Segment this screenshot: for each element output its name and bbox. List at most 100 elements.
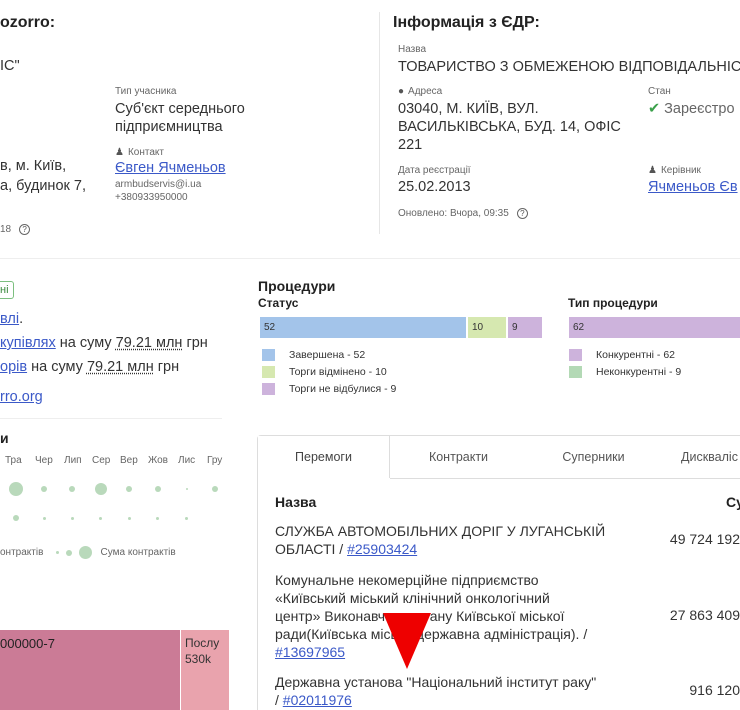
contact-email: armbudservis@i.ua xyxy=(115,179,202,190)
legend-dot-small xyxy=(56,551,60,554)
col-header-name: Назва xyxy=(275,494,317,510)
contract-dot[interactable] xyxy=(13,515,19,521)
legend-contracts-sum: Сума контрактів xyxy=(100,547,176,559)
contract-dot[interactable] xyxy=(156,517,159,520)
participant-type-label: Тип учасника xyxy=(115,86,177,97)
stats-line-2-mid: на суму xyxy=(55,335,116,351)
row-name-line: СЛУЖБА АВТОМОБІЛЬНИХ ДОРІГ У ЛУГАНСЬКІЙ xyxy=(275,523,606,539)
edr-state-label: Стан xyxy=(648,86,671,97)
row-sum: 49 724 192 xyxy=(669,531,740,547)
treemap-cell-main[interactable]: 000000-7 xyxy=(0,630,180,710)
stats-line-3: орів на суму 79.21 млн грн xyxy=(0,358,179,376)
table-row: Державна установа "Національний інститут… xyxy=(275,673,645,709)
user-icon: ♟ xyxy=(115,147,124,158)
contract-dot[interactable] xyxy=(71,517,74,520)
month-label: Тра xyxy=(5,455,22,466)
edr-address-line-1: 03040, М. КИЇВ, ВУЛ. xyxy=(398,101,539,117)
contract-dot[interactable] xyxy=(43,517,46,520)
contract-dot[interactable] xyxy=(126,486,132,492)
edr-address-label: Адреса xyxy=(408,86,443,97)
left-updated-fragment: 18 xyxy=(0,224,12,236)
edr-name-value: ТОВАРИСТВО З ОБМЕЖЕНОЮ ВІДПОВІДАЛЬНІС xyxy=(398,59,740,75)
contact-label-row: ♟ Контакт xyxy=(115,147,164,158)
contract-dot[interactable] xyxy=(212,486,218,492)
bar-segment-торги-відмінено[interactable]: 10 xyxy=(468,317,506,338)
legend-type-noncompetitive: Неконкурентні - 9 xyxy=(569,366,681,379)
contract-dot[interactable] xyxy=(69,486,75,492)
stats-line-3-tail: грн xyxy=(153,359,180,375)
participant-address-fragment-2: а, будинок 7, xyxy=(0,178,86,194)
legend-swatch xyxy=(262,349,275,362)
contract-dot[interactable] xyxy=(41,486,47,492)
edr-reg-date-label: Дата реєстрації xyxy=(398,165,471,176)
edr-address-line-3: 221 xyxy=(398,137,423,153)
treemap-side-value: 530k xyxy=(185,652,212,666)
purchases-link[interactable]: купівлях xyxy=(0,335,56,351)
help-icon[interactable]: ? xyxy=(19,224,31,235)
row-code-link[interactable]: #13697965 xyxy=(275,644,345,660)
contract-dot[interactable] xyxy=(95,483,107,495)
edr-head-label-row: ♟ Керівник xyxy=(648,165,701,176)
stats-line-2: купівлях на суму 79.21 млн грн xyxy=(0,334,208,352)
contract-dot[interactable] xyxy=(9,482,23,496)
stats-line-1-link[interactable]: влі xyxy=(0,311,19,327)
legend-swatch xyxy=(262,366,275,379)
status-chart-title: Статус xyxy=(258,296,299,310)
legend-swatch xyxy=(569,349,582,362)
tab-disqualifications[interactable]: Дискваліс xyxy=(661,436,740,478)
bar-segment-торги-не-відбулися[interactable]: 9 xyxy=(508,317,542,338)
legend-contracts-count: онтрактів xyxy=(0,547,44,559)
row-sum: 27 863 409 xyxy=(669,607,740,623)
edr-address-label-row: ● Адреса xyxy=(398,86,442,97)
month-label: Гру xyxy=(207,455,223,466)
contract-dot[interactable] xyxy=(155,486,161,492)
participant-name-fragment: ІС" xyxy=(0,58,20,74)
legend-dot-medium xyxy=(65,549,72,556)
contact-name-link[interactable]: Євген Ячменьов xyxy=(115,160,226,176)
treemap-cell-side[interactable]: Послу 530k xyxy=(181,630,229,710)
row-sum: 916 120 xyxy=(689,682,740,698)
contract-dot[interactable] xyxy=(128,517,131,520)
tab-contracts[interactable]: Контракти xyxy=(391,436,526,478)
contract-dot[interactable] xyxy=(186,488,188,490)
row-code-link[interactable]: #25903424 xyxy=(347,541,417,557)
legend-label: Торги відмінено - 10 xyxy=(289,366,387,378)
bar-segment-конкурентні[interactable]: 62 xyxy=(569,317,740,338)
header-divider xyxy=(379,12,380,234)
check-icon: ✔ xyxy=(648,101,661,117)
col-header-sum: Су xyxy=(726,494,740,510)
legend-label: Завершена - 52 xyxy=(289,349,366,361)
row-name-line: Державна установа "Національний інститут… xyxy=(275,674,597,690)
contracts-sum: 79.21 млн xyxy=(86,359,154,375)
contracts-link[interactable]: орів xyxy=(0,359,27,375)
row-code-link[interactable]: #02011976 xyxy=(283,692,352,708)
month-label: Лис xyxy=(178,455,196,466)
left-separator xyxy=(0,418,222,419)
legend-label: Торги не відбулися - 9 xyxy=(289,383,397,395)
stats-line-1: влі. xyxy=(0,310,23,328)
participant-type-value-2: підприємництва xyxy=(115,119,223,135)
legend-swatch xyxy=(569,366,582,379)
bar-segment-завершена[interactable]: 52 xyxy=(260,317,466,338)
tab-competitors[interactable]: Суперники xyxy=(526,436,661,478)
procedures-title: Процедури xyxy=(258,278,336,294)
type-chart-title: Тип процедури xyxy=(568,296,658,310)
tab-wins[interactable]: Перемоги xyxy=(258,436,390,478)
status-badge: ні xyxy=(0,281,14,299)
contract-dot[interactable] xyxy=(185,517,188,520)
month-label: Сер xyxy=(92,455,111,466)
contract-dot[interactable] xyxy=(99,517,102,520)
edr-updated-text: Оновлено: Вчора, 09:35 xyxy=(398,208,509,220)
tabs-underline xyxy=(390,478,740,479)
stats-line-2-tail: грн xyxy=(182,335,208,351)
legend-swatch xyxy=(262,383,275,396)
help-icon[interactable]: ? xyxy=(516,208,528,219)
month-label: Жов xyxy=(148,455,168,466)
prozorro-link[interactable]: rro.org xyxy=(0,389,43,405)
edr-head-link[interactable]: Ячменьов Єв xyxy=(648,179,738,195)
calendar-chart: Тра Чер Лип Сер Вер Жов Лис Гру xyxy=(0,455,230,535)
edr-state-value: Зареєстро xyxy=(664,101,735,117)
row-name-line: центр» Виконавчого органу Київської місь… xyxy=(275,608,565,624)
legend-status-done: Завершена - 52 xyxy=(262,349,366,362)
legend-type-competitive: Конкурентні - 62 xyxy=(569,349,675,362)
